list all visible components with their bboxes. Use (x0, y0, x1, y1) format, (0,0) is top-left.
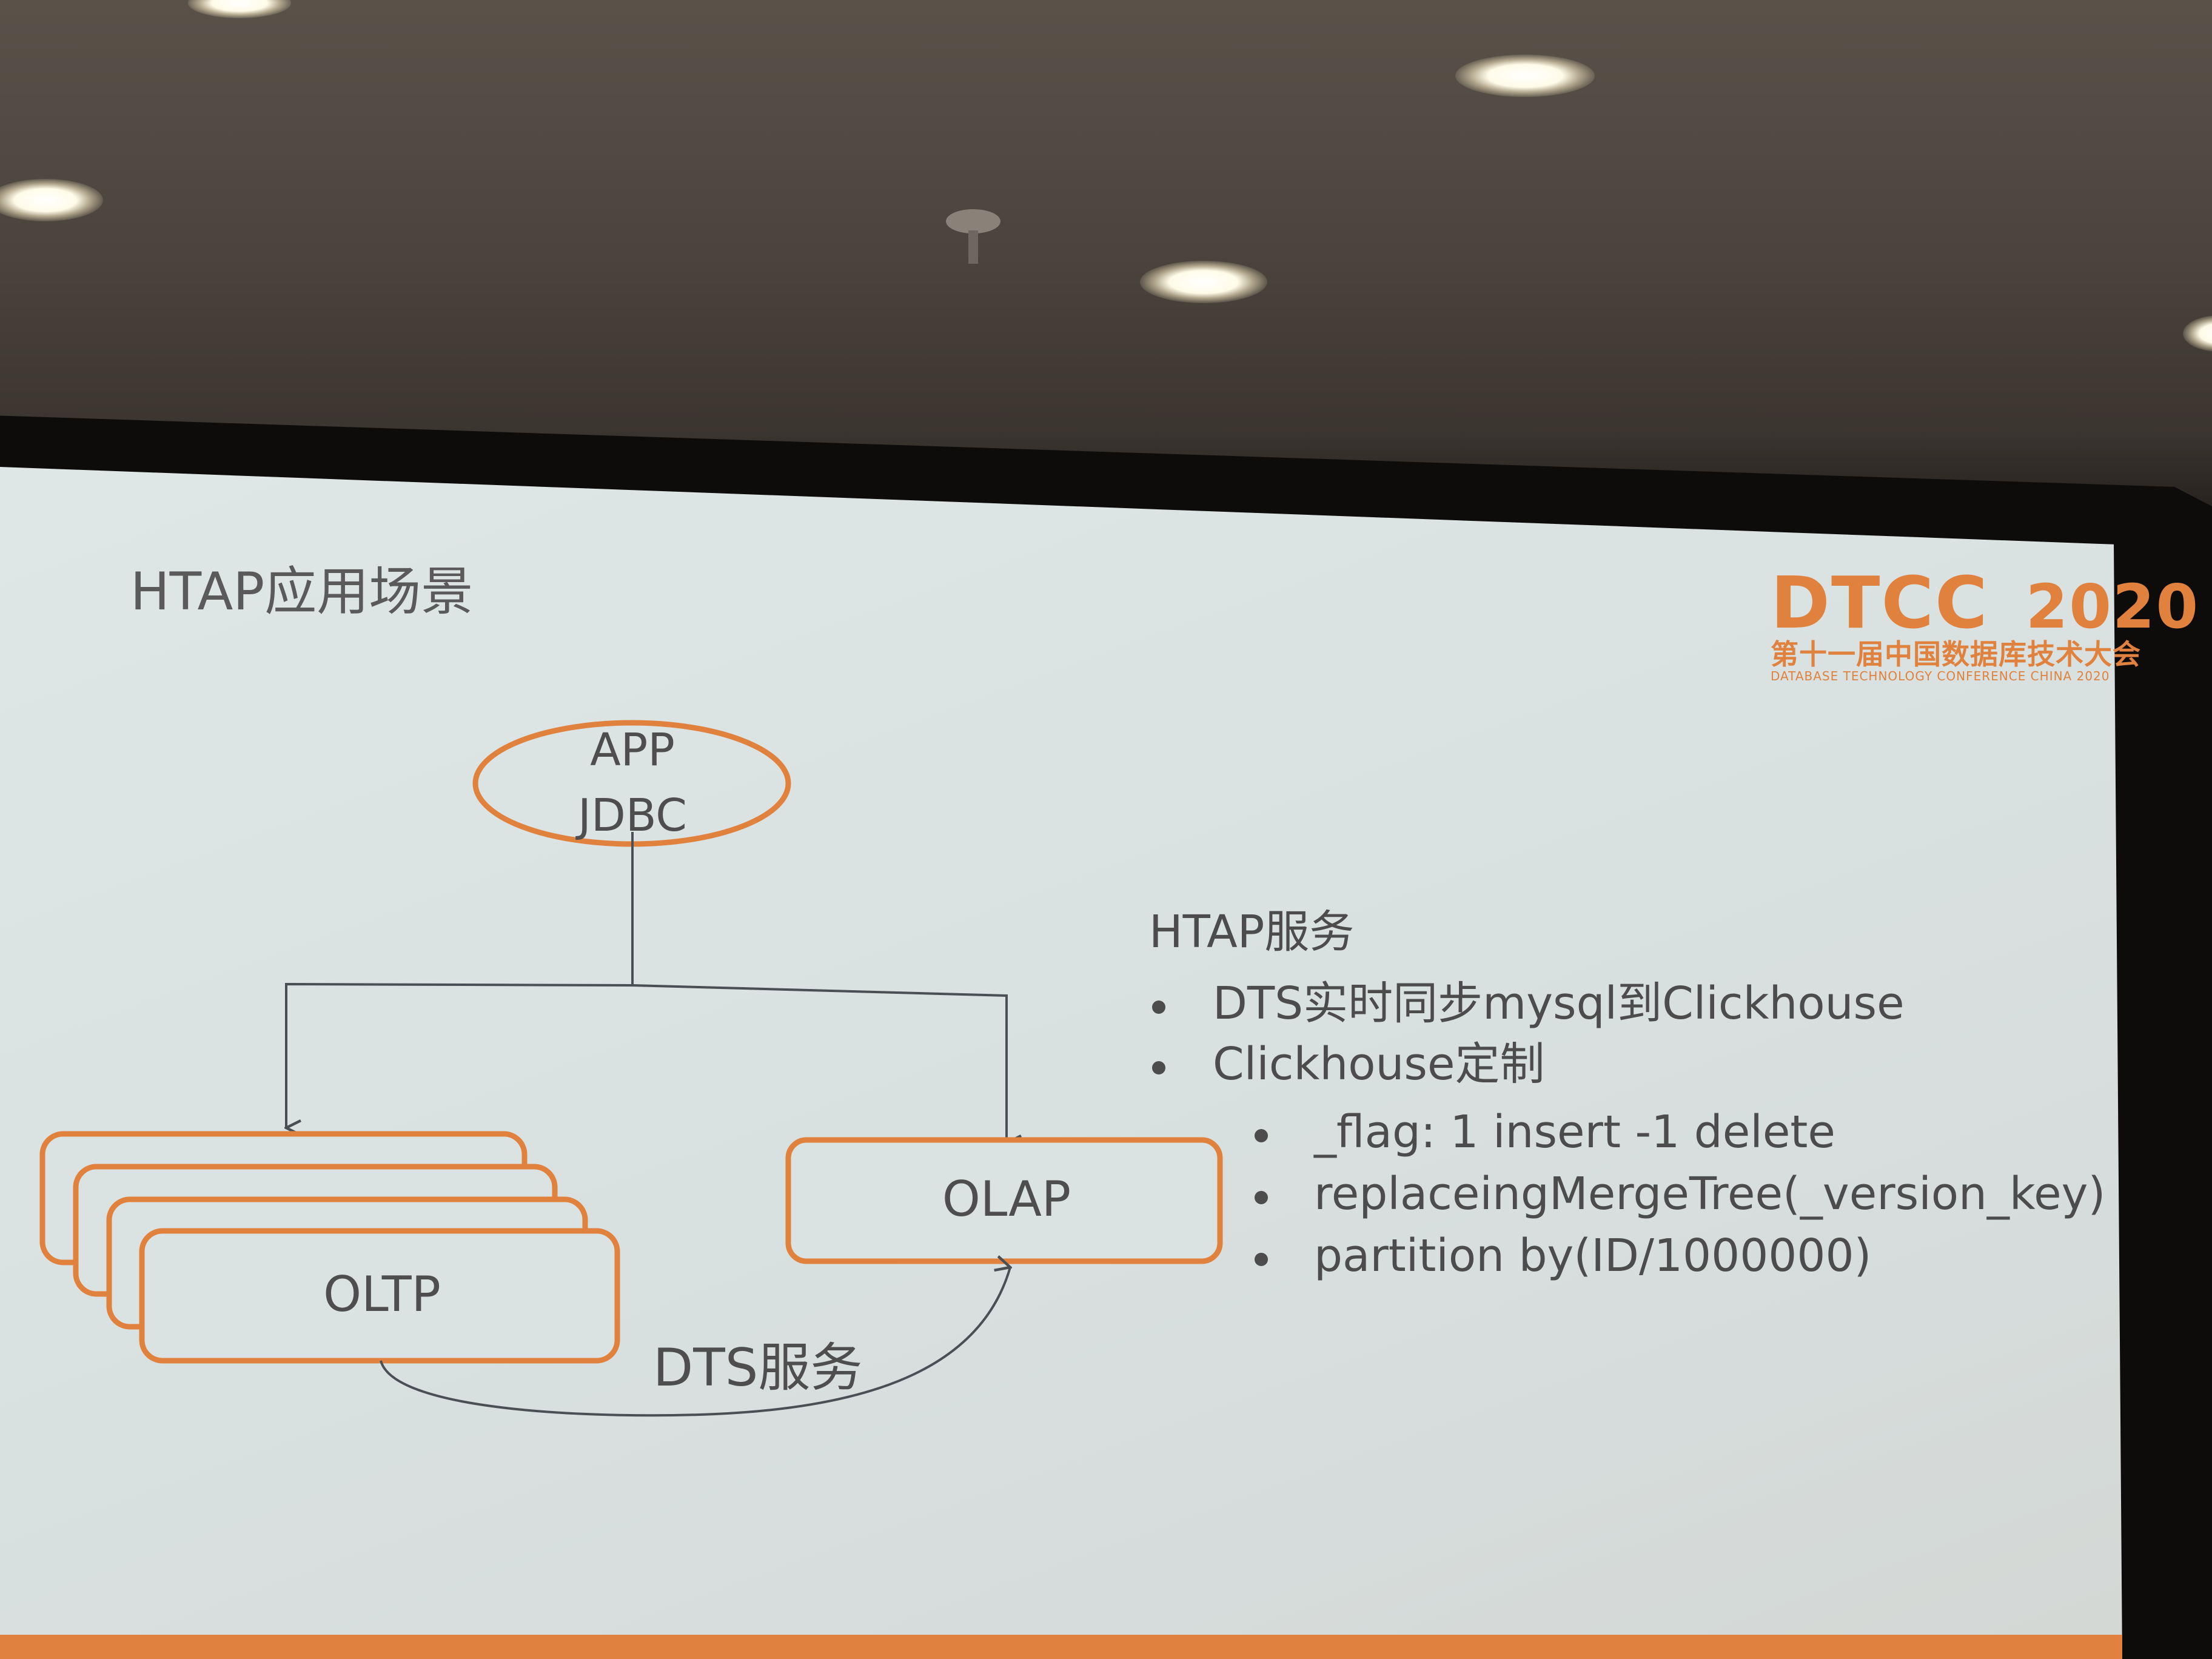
connector-branch-left (286, 982, 633, 1128)
app-label: APP (590, 724, 675, 776)
sub-list-item-text: _flag: 1 insert -1 delete (1314, 1106, 1835, 1158)
sub-list-item: replaceingMergeTree(_version_key) (1255, 1171, 2105, 1216)
bullet-dot (1152, 1000, 1165, 1014)
list-item: DTS实时同步mysql到Clickhouse (1152, 981, 1905, 1026)
sub-list-item: partition by(ID/1000000) (1255, 1233, 1871, 1278)
bullet-dot (1152, 1061, 1165, 1074)
sub-list-item: _flag: 1 insert -1 delete (1255, 1110, 1835, 1155)
sub-list-item-text: partition by(ID/1000000) (1314, 1230, 1872, 1282)
oltp-label: OLTP (323, 1266, 441, 1322)
connector-branch-right (632, 984, 1007, 1143)
olap-label: OLAP (942, 1171, 1071, 1227)
htap-architecture-diagram: APP JDBC OLTP OLAP DTS服务 (39, 720, 1223, 1417)
list-item-text: Clickhouse定制 (1213, 1038, 1545, 1090)
sub-list-item-text: replaceingMergeTree(_version_key) (1314, 1168, 2106, 1220)
bullet-dot (1255, 1129, 1268, 1142)
dts-service-label: DTS服务 (653, 1338, 862, 1398)
htap-service-heading: HTAP服务 (1149, 906, 1355, 958)
bullet-dot (1255, 1191, 1268, 1204)
list-item: Clickhouse定制 (1152, 1042, 1544, 1087)
list-item-text: DTS实时同步mysql到Clickhouse (1213, 977, 1905, 1030)
bullet-dot (1255, 1253, 1268, 1266)
